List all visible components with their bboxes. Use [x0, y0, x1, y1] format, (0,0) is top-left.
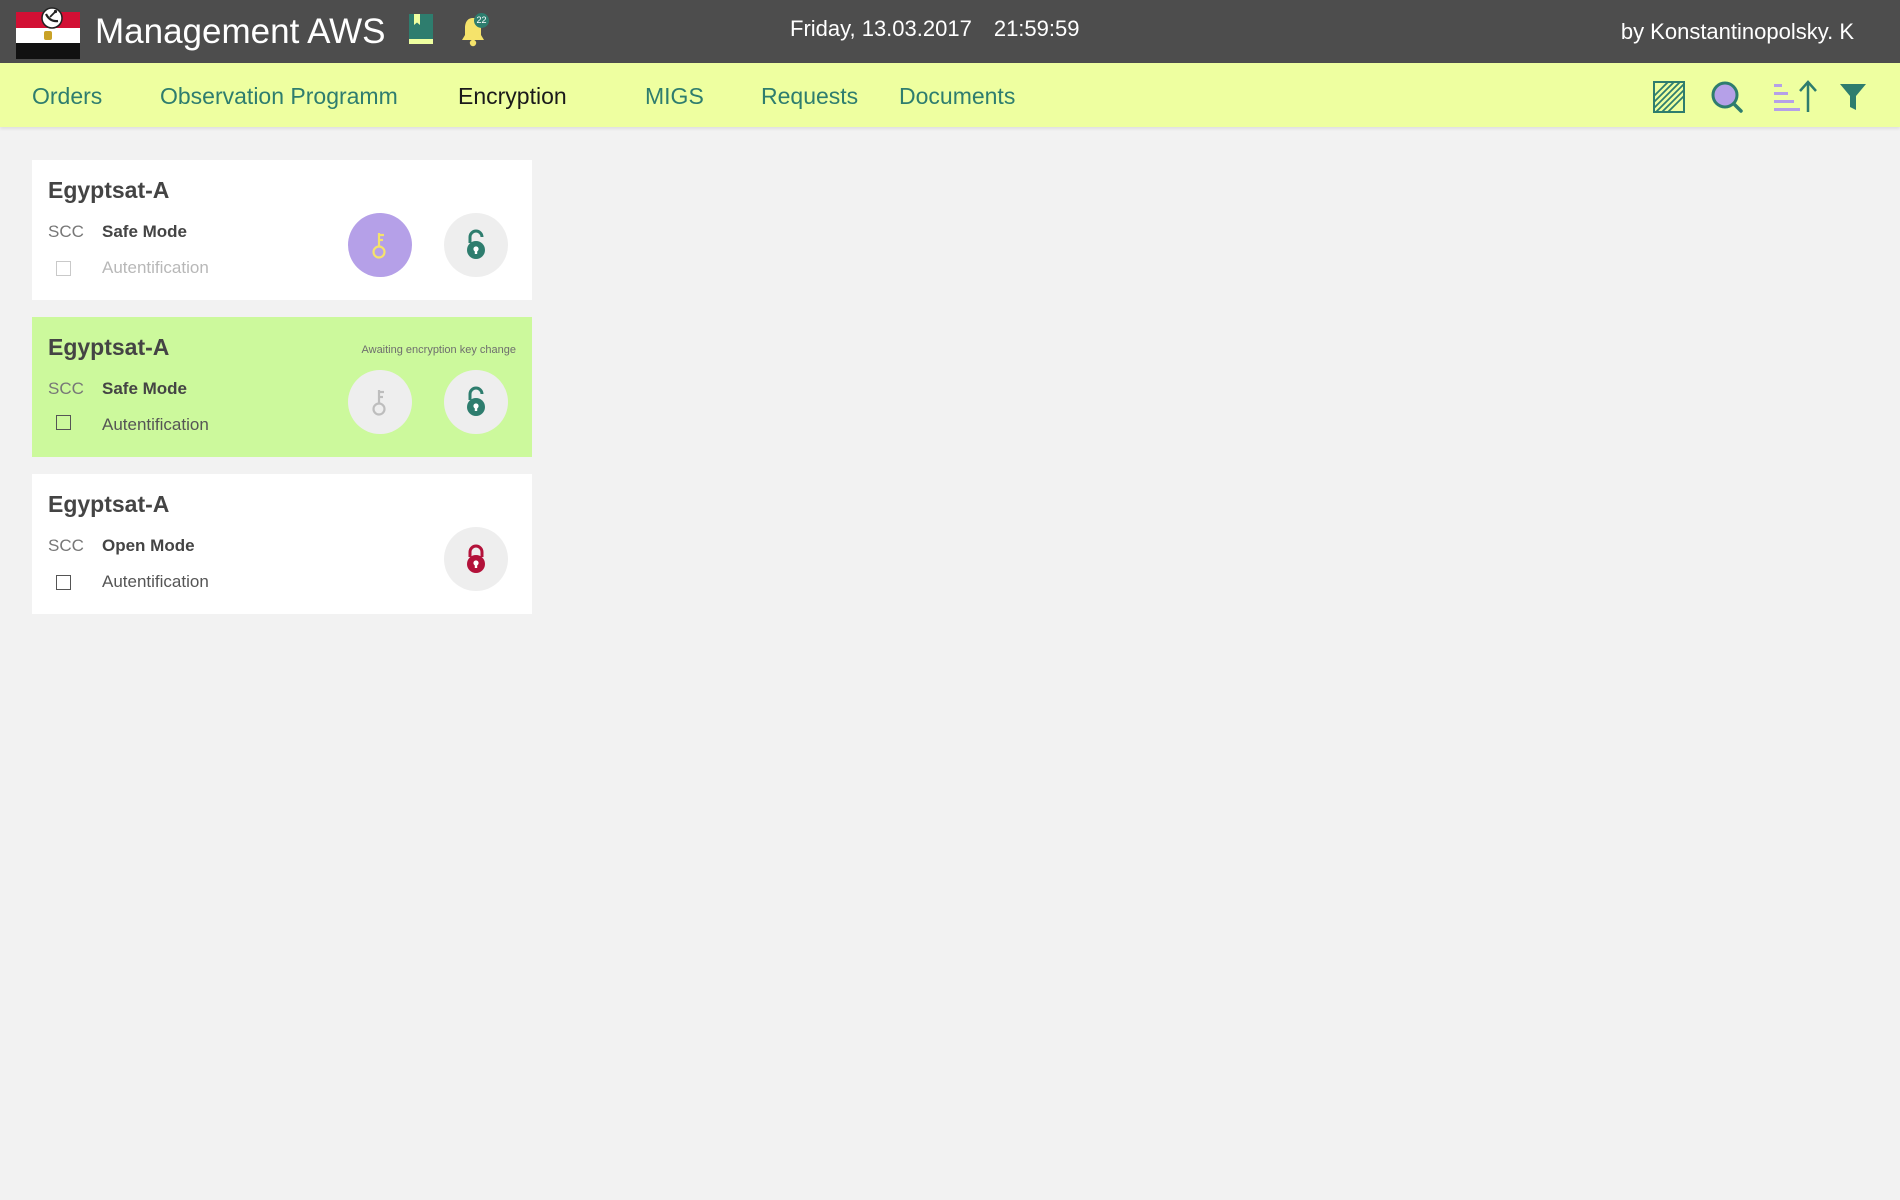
search-icon[interactable] [1710, 80, 1744, 114]
authentication-checkbox[interactable] [56, 261, 71, 276]
card-code: SCC [48, 222, 84, 241]
authentication-checkbox[interactable] [56, 415, 71, 430]
nav-observation-programm[interactable]: Observation Programm [160, 83, 398, 110]
unlocked-padlock-icon [467, 386, 485, 416]
sort-ascending-icon[interactable] [1772, 80, 1818, 114]
change-key-button-disabled [348, 370, 412, 434]
current-time: 21:59:59 [993, 16, 1080, 41]
locked-padlock-icon [467, 544, 485, 573]
current-datetime: Friday, 13.03.2017 21:59:59 [790, 16, 1079, 42]
nav-encryption[interactable]: Encryption [458, 83, 567, 110]
encryption-lock-button[interactable] [444, 527, 508, 591]
book-icon[interactable] [408, 13, 434, 45]
satellite-dish-icon [41, 7, 63, 29]
card-mode: Safe Mode [102, 222, 188, 241]
key-icon [372, 390, 386, 416]
user-name: by Konstantinopolsky. K [1620, 19, 1854, 44]
nav-requests[interactable]: Requests [761, 83, 858, 110]
change-key-button[interactable] [348, 213, 412, 277]
nav-migs[interactable]: MIGS [645, 83, 704, 110]
encryption-lock-button[interactable] [444, 213, 508, 277]
authentication-label: Autentification [102, 415, 209, 434]
key-icon [372, 233, 386, 259]
filter-icon[interactable] [1838, 80, 1868, 114]
hatch-pattern-icon[interactable] [1652, 80, 1686, 114]
card-code: SCC [48, 536, 84, 555]
top-bar: Management AWS 22 Friday, 13.03.2017 21:5… [0, 0, 1900, 63]
main-nav: Orders Observation Programm Encryption M… [0, 63, 1900, 127]
satellite-card[interactable]: Egyptsat-A Awaiting encryption key chang… [32, 317, 532, 457]
card-code: SCC [48, 379, 84, 398]
app-title: Management AWS [95, 12, 386, 51]
current-date: Friday, 13.03.2017 [790, 16, 972, 41]
unlocked-padlock-icon [467, 229, 485, 259]
nav-orders[interactable]: Orders [32, 83, 102, 110]
card-mode: Safe Mode [102, 379, 188, 398]
card-status-note: Awaiting encryption key change [361, 344, 516, 356]
authentication-label: Autentification [102, 258, 209, 277]
card-mode: Open Mode [102, 536, 195, 555]
satellite-card[interactable]: Egyptsat-A SCC Safe Mode Autentification [32, 160, 532, 300]
card-title: Egyptsat-A [48, 334, 170, 360]
notification-count-badge: 22 [474, 13, 489, 28]
satellite-card[interactable]: Egyptsat-A SCC Open Mode Autentification [32, 474, 532, 614]
authentication-checkbox[interactable] [56, 575, 71, 590]
card-title: Egyptsat-A [48, 491, 170, 517]
authentication-label: Autentification [102, 572, 209, 591]
card-title: Egyptsat-A [48, 177, 170, 203]
nav-documents[interactable]: Documents [899, 83, 1015, 110]
egypt-flag-logo [16, 7, 80, 59]
encryption-lock-button[interactable] [444, 370, 508, 434]
